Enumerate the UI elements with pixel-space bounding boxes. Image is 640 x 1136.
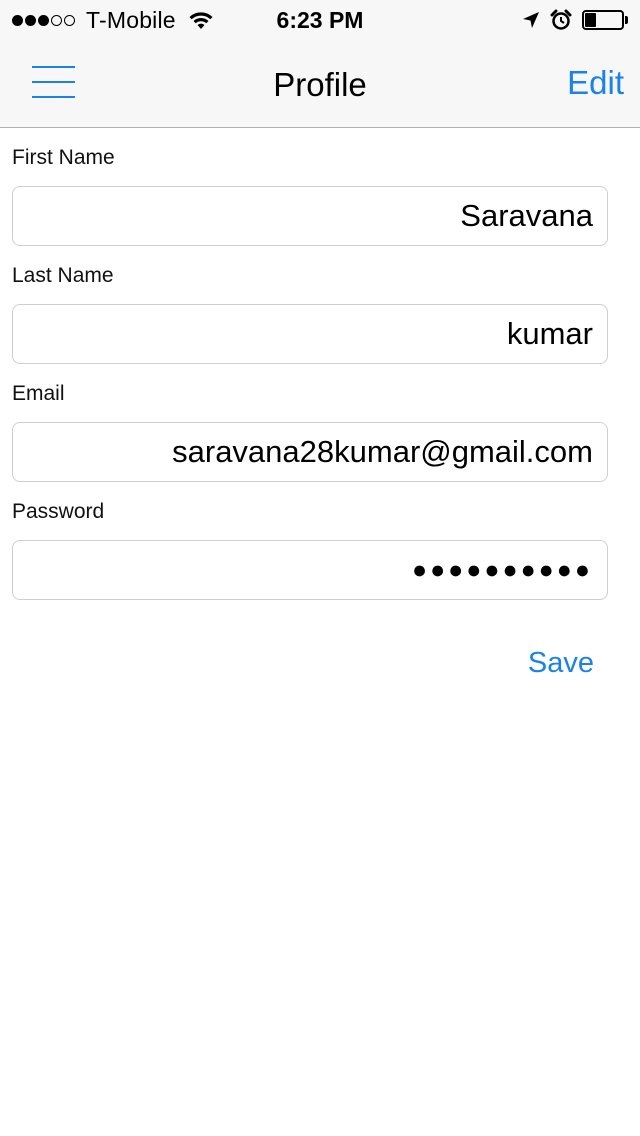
last-name-field[interactable]: [12, 304, 608, 364]
status-bar-right: [522, 6, 628, 34]
battery-icon: [582, 10, 628, 30]
alarm-clock-icon: [550, 9, 572, 30]
status-bar: T-Mobile 6:23 PM: [0, 0, 640, 40]
last-name-label: Last Name: [12, 264, 114, 287]
password-label: Password: [12, 500, 105, 523]
first-name-field[interactable]: [12, 186, 608, 246]
navigation-bar: Profile Edit: [0, 40, 640, 128]
email-label: Email: [12, 382, 65, 405]
edit-button[interactable]: Edit: [567, 64, 624, 102]
password-field[interactable]: [12, 540, 608, 600]
location-arrow-icon: [523, 12, 539, 28]
save-button[interactable]: Save: [528, 645, 594, 681]
page-title: Profile: [273, 66, 367, 103]
battery-level: [585, 13, 596, 27]
email-field[interactable]: [12, 422, 608, 482]
first-name-label: First Name: [12, 146, 115, 169]
